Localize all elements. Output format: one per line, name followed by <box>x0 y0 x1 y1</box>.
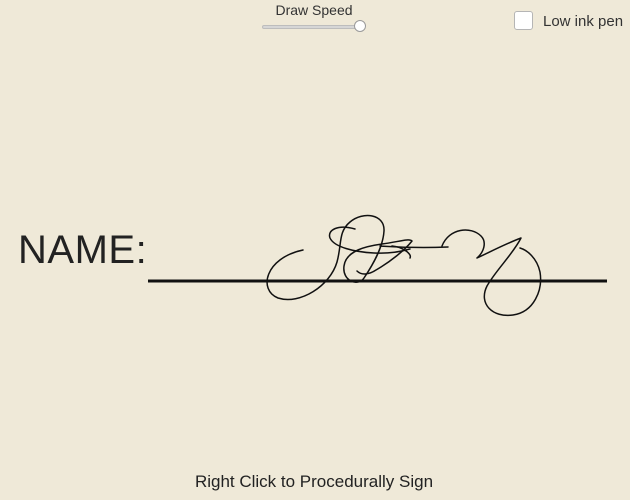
signature-canvas[interactable] <box>0 0 630 500</box>
procedural-sign-hint: Right Click to Procedurally Sign <box>194 472 434 491</box>
signature-strokes <box>266 214 542 317</box>
